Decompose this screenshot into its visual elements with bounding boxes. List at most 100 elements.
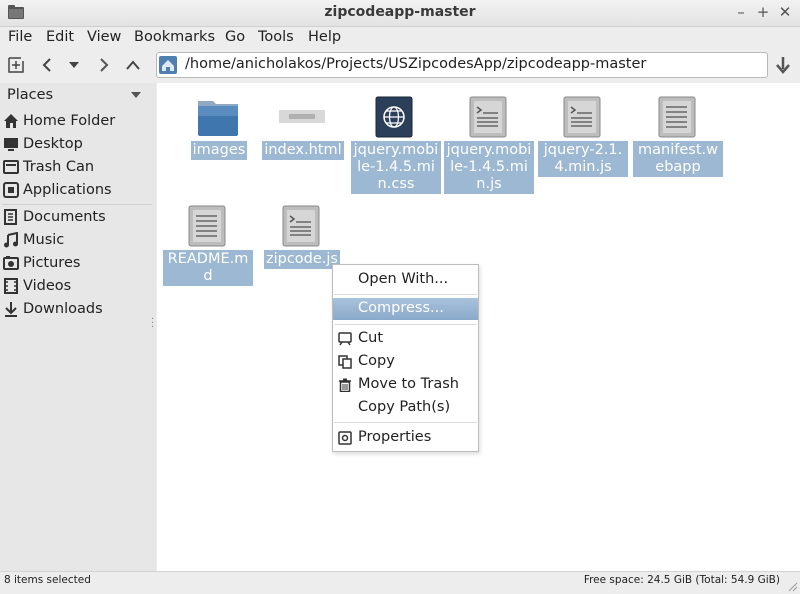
menu-go[interactable]: Go: [225, 29, 245, 45]
copy-icon: [338, 355, 352, 369]
new-tab-icon: [8, 57, 24, 73]
sidebar-item-label: Pictures: [23, 255, 81, 271]
documents-icon: [4, 209, 17, 225]
music-icon: [4, 232, 18, 248]
text-file-icon: [658, 96, 696, 138]
script-file-icon: [563, 96, 601, 138]
file-name: zipcode.js: [263, 250, 340, 269]
close-button[interactable]: ✕: [776, 3, 794, 21]
context-menu: Open With... Compress... Cut Copy Move t…: [332, 264, 479, 452]
folder-icon: [198, 101, 238, 136]
menu-item-open-with[interactable]: Open With...: [333, 269, 478, 291]
forward-arrow-icon: [100, 58, 109, 72]
sidebar-resize-handle[interactable]: · · ·: [151, 315, 154, 333]
sidebar-heading: Places: [7, 87, 54, 103]
menu-tools[interactable]: Tools: [258, 29, 294, 45]
location-path[interactable]: /home/anicholakos/Projects/USZipcodesApp…: [185, 56, 646, 72]
status-bar: 8 items selected Free space: 24.5 GiB (T…: [0, 571, 800, 594]
history-dropdown-button[interactable]: [63, 54, 85, 76]
menu-file[interactable]: File: [8, 29, 32, 45]
sidebar-item-trash-can[interactable]: Trash Can: [3, 156, 153, 178]
places-dropdown-icon[interactable]: [131, 92, 141, 98]
home-folder-icon: [159, 56, 177, 74]
menu-item-label: Open With...: [358, 271, 449, 287]
properties-icon: [338, 431, 352, 445]
menu-item-cut[interactable]: Cut: [333, 328, 478, 350]
sidebar-divider: [2, 204, 152, 205]
location-bar[interactable]: /home/anicholakos/Projects/USZipcodesApp…: [156, 52, 768, 78]
menu-help[interactable]: Help: [308, 29, 341, 45]
menu-item-label: Copy Path(s): [358, 399, 451, 415]
menu-item-compress[interactable]: Compress...: [333, 298, 478, 320]
file-name: README.md: [163, 250, 253, 286]
menu-item-copy-paths[interactable]: Copy Path(s): [333, 397, 478, 419]
sidebar-item-music[interactable]: Music: [3, 229, 153, 251]
menu-item-label: Copy: [358, 353, 395, 369]
menu-edit[interactable]: Edit: [46, 29, 74, 45]
applications-icon: [3, 182, 19, 198]
file-name: jquery.mobile-1.4.5.min.js: [444, 141, 534, 194]
script-file-icon: [282, 205, 320, 247]
sidebar-item-label: Home Folder: [23, 113, 116, 129]
file-name: jquery.mobile-1.4.5.min.css: [351, 141, 441, 194]
minimize-button[interactable]: –: [732, 3, 750, 21]
file-name: jquery-2.1.4.min.js: [538, 141, 628, 177]
sidebar-item-label: Documents: [23, 209, 106, 225]
selection-count: 8 items selected: [4, 574, 91, 586]
resize-grip-icon[interactable]: [786, 580, 798, 592]
sidebar-item-desktop[interactable]: Desktop: [3, 133, 153, 155]
menu-view[interactable]: View: [87, 29, 121, 45]
web-globe-icon: [375, 96, 413, 138]
file-name: manifest.webapp: [633, 141, 723, 177]
menu-item-label: Properties: [358, 429, 432, 445]
menu-bookmarks[interactable]: Bookmarks: [134, 29, 215, 45]
home-icon: [4, 114, 18, 128]
menu-bar: File Edit View Bookmarks Go Tools Help: [0, 27, 800, 49]
menu-item-move-to-trash[interactable]: Move to Trash: [333, 374, 478, 396]
new-tab-button[interactable]: [5, 54, 27, 76]
cut-icon: [338, 332, 352, 346]
sidebar-item-label: Applications: [23, 182, 112, 198]
go-button[interactable]: [772, 54, 794, 76]
videos-icon: [4, 278, 18, 294]
menu-item-label: Compress...: [358, 300, 444, 316]
sidebar-item-applications[interactable]: Applications: [3, 179, 153, 201]
window-title: zipcodeapp-master: [324, 4, 476, 20]
up-button[interactable]: [122, 54, 144, 76]
menu-item-copy[interactable]: Copy: [333, 351, 478, 373]
menu-item-properties[interactable]: Properties: [333, 427, 478, 449]
sidebar-item-label: Downloads: [23, 301, 103, 317]
trash-icon: [339, 378, 351, 392]
sidebar-item-pictures[interactable]: Pictures: [3, 252, 153, 274]
download-arrow-icon: [776, 57, 790, 74]
forward-button[interactable]: [93, 54, 115, 76]
text-file-icon: [188, 205, 226, 247]
menu-divider: [334, 294, 477, 295]
downloads-icon: [5, 302, 17, 317]
html-file-icon: [279, 110, 325, 123]
script-file-icon: [469, 96, 507, 138]
sidebar: Places Home Folder Desktop Trash Can App…: [0, 83, 156, 571]
sidebar-item-documents[interactable]: Documents: [3, 206, 153, 228]
menu-divider: [334, 422, 477, 423]
free-space: Free space: 24.5 GiB (Total: 54.9 GiB): [583, 574, 780, 586]
file-name: images: [190, 141, 248, 160]
maximize-button[interactable]: +: [754, 3, 772, 21]
file-name: index.html: [262, 141, 344, 160]
sidebar-item-label: Music: [23, 232, 65, 248]
sidebar-item-downloads[interactable]: Downloads: [3, 298, 153, 320]
back-arrow-icon: [42, 58, 51, 72]
menu-divider: [334, 324, 477, 325]
up-arrow-icon: [126, 60, 140, 70]
menu-item-label: Cut: [358, 330, 383, 346]
pictures-icon: [3, 256, 19, 270]
menu-item-label: Move to Trash: [358, 376, 459, 392]
sidebar-item-label: Trash Can: [23, 159, 95, 175]
sidebar-item-videos[interactable]: Videos: [3, 275, 153, 297]
sidebar-item-home-folder[interactable]: Home Folder: [3, 110, 153, 132]
trash-icon: [3, 160, 19, 174]
sidebar-item-label: Videos: [23, 278, 72, 294]
desktop-icon: [4, 138, 18, 151]
sidebar-item-label: Desktop: [23, 136, 83, 152]
back-button[interactable]: [36, 54, 58, 76]
